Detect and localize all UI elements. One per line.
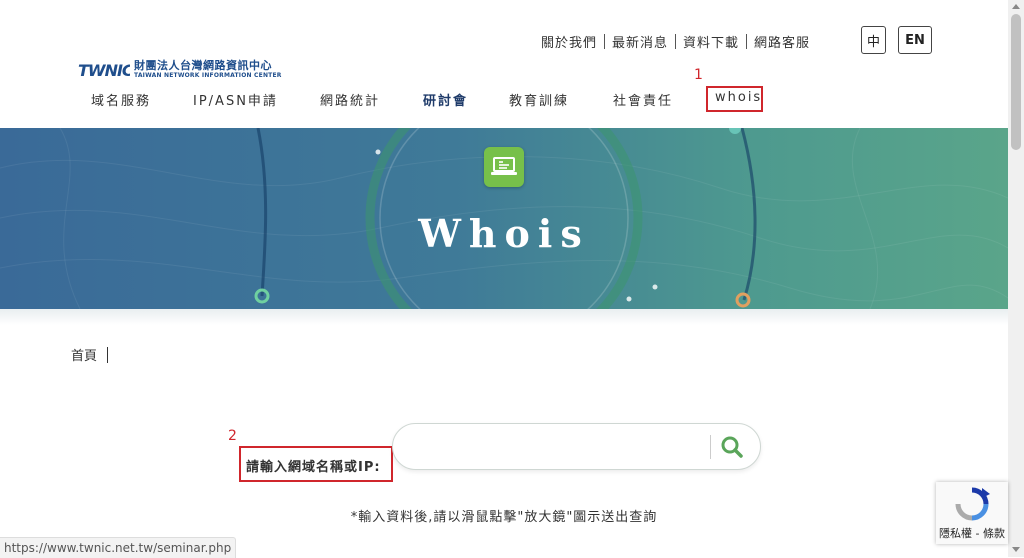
search-box (392, 423, 761, 470)
twnic-logo[interactable]: TWNIC 財團法人台灣網路資訊中心 TAIWAN NETWORK INFORM… (78, 59, 282, 80)
annotation-number-1: 1 (694, 67, 703, 83)
util-separator (675, 34, 677, 49)
recaptcha-icon (955, 487, 990, 521)
util-link-support[interactable]: 網路客服 (754, 32, 810, 51)
search-divider (710, 435, 711, 459)
scroll-down-arrow-icon[interactable] (1012, 547, 1020, 552)
logo-name-zh: 財團法人台灣網路資訊中心 (134, 59, 272, 72)
search-icon (721, 436, 743, 458)
main-nav: 域名服務 IP/ASN申請 網路統計 研討會 教育訓練 社會責任 whois (0, 90, 1008, 110)
nav-item-ip-asn[interactable]: IP/ASN申請 (193, 90, 278, 109)
nav-item-seminar[interactable]: 研討會 (423, 90, 468, 109)
logo-mark-text: TWNIC (78, 61, 130, 79)
scroll-thumb[interactable] (1011, 14, 1021, 150)
search-label: 請輸入網域名稱或IP: (246, 460, 381, 475)
lang-en-button[interactable]: EN (898, 26, 932, 54)
whois-search-input[interactable] (411, 434, 705, 462)
util-separator (746, 34, 748, 49)
recaptcha-privacy-terms[interactable]: 隱私權 - 條款 (936, 525, 1008, 541)
logo-mark: TWNIC (78, 61, 130, 79)
banner-shadow (0, 309, 1008, 325)
logo-name-en: TAIWAN NETWORK INFORMATION CENTER (134, 72, 282, 79)
logo-text: 財團法人台灣網路資訊中心 TAIWAN NETWORK INFORMATION … (134, 59, 282, 80)
util-link-news[interactable]: 最新消息 (612, 32, 668, 51)
hero-banner: Whois (0, 128, 1008, 309)
status-bar-url: https://www.twnic.net.tw/seminar.php (0, 537, 237, 558)
search-button[interactable] (718, 433, 746, 461)
banner-title: Whois (418, 211, 590, 256)
breadcrumb: 首頁 (71, 345, 109, 364)
util-link-downloads[interactable]: 資料下載 (683, 32, 739, 51)
utility-links: 關於我們 最新消息 資料下載 網路客服 (541, 32, 810, 51)
nav-item-domain-services[interactable]: 域名服務 (91, 90, 151, 109)
breadcrumb-separator (107, 346, 109, 363)
nav-item-training[interactable]: 教育訓練 (509, 90, 569, 109)
logo-mark-graphic: TWNIC (78, 61, 130, 79)
breadcrumb-home[interactable]: 首頁 (71, 345, 97, 364)
util-link-about[interactable]: 關於我們 (541, 32, 597, 51)
annotation-number-2: 2 (228, 428, 237, 444)
lang-zh-button[interactable]: 中 (861, 26, 886, 54)
scroll-up-arrow-icon[interactable] (1012, 4, 1020, 9)
search-hint: *輸入資料後,請以滑鼠點擊"放大鏡"圖示送出查詢 (350, 510, 658, 525)
nav-item-csr[interactable]: 社會責任 (613, 90, 673, 109)
annotation-box-1 (706, 86, 763, 112)
page-scrollbar[interactable] (1008, 0, 1024, 557)
recaptcha-badge[interactable]: 隱私權 - 條款 (936, 482, 1008, 544)
nav-item-statistics[interactable]: 網路統計 (320, 90, 380, 109)
laptop-icon (484, 147, 524, 187)
util-separator (604, 34, 606, 49)
